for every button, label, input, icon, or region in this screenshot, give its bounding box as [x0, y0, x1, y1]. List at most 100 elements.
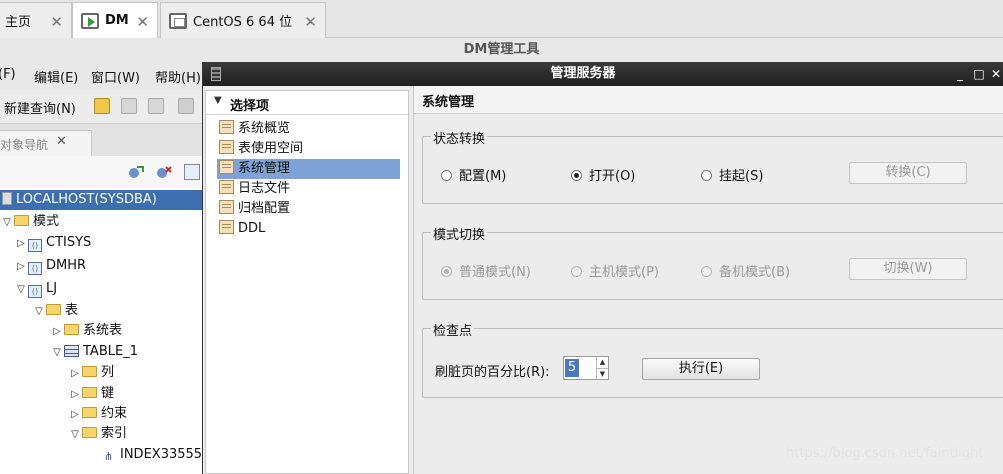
radio-normal-mode[interactable]: 普通模式(N) [441, 261, 531, 280]
maximize-icon[interactable]: □ [971, 64, 987, 84]
tree-item-system-tables[interactable]: ▷ 系统表 [50, 321, 122, 341]
tree-item-label: LOCALHOST(SYSDBA) [16, 192, 157, 207]
chevron-down-icon[interactable]: ▽ [0, 213, 14, 233]
close-icon[interactable]: ✕ [50, 13, 63, 31]
tree-item-index[interactable]: ⋔ INDEX33555 [104, 445, 202, 465]
tree-item-lj[interactable]: ▽() LJ [14, 279, 57, 299]
disconnect-icon[interactable] [156, 164, 172, 180]
chevron-down-icon[interactable]: ▼ [214, 95, 222, 106]
radio-open[interactable]: 打开(O) [571, 165, 635, 184]
tree-item-dmhr[interactable]: ▷() DMHR [14, 256, 86, 276]
tree-item-server[interactable]: LOCALHOST(SYSDBA) [0, 190, 202, 210]
chevron-right-icon[interactable]: ▷ [50, 322, 64, 342]
connect-icon[interactable] [128, 164, 144, 180]
menu-edit[interactable]: 编辑(E) [34, 67, 78, 86]
tree-item-label: LJ [46, 281, 58, 296]
tab-dm[interactable]: DM ✕ [72, 2, 158, 38]
option-label: 表使用空间 [238, 141, 304, 156]
option-table-space[interactable]: 表使用空间 [217, 139, 400, 159]
checkpoint-group: 检查点 刷脏页的百分比(R): 5 ▲ ▼ 执行(E) [422, 320, 1003, 398]
dialog-title: 管理服务器 [550, 66, 616, 81]
tree-item-label: 列 [101, 365, 115, 380]
radio-icon [701, 170, 712, 181]
convert-button[interactable]: 转换(C) [849, 162, 967, 184]
dialog-titlebar[interactable]: 管理服务器 _ □ ✕ [203, 62, 1003, 86]
options-header: ▼ 选择项 [206, 91, 408, 115]
spinner-down-icon[interactable]: ▼ [596, 368, 608, 379]
chevron-right-icon[interactable]: ▷ [14, 257, 28, 277]
chevron-down-icon[interactable]: ▽ [14, 280, 28, 300]
option-log-files[interactable]: 日志文件 [217, 179, 400, 199]
switch-button[interactable]: 切换(W) [849, 258, 967, 280]
chevron-right-icon[interactable]: ▷ [68, 405, 82, 425]
menu-help[interactable]: 帮助(H) [155, 67, 201, 86]
schema-icon: () [28, 239, 42, 252]
schema-icon: () [28, 285, 42, 298]
close-icon[interactable]: ✕ [136, 13, 149, 31]
menu-bar: (F) 编辑(E) 窗口(W) 帮助(H) [0, 62, 210, 90]
radio-label: 配置(M) [459, 169, 507, 184]
tree-item-label: 索引 [101, 426, 128, 441]
chevron-right-icon[interactable]: ▷ [68, 364, 82, 384]
tree-item-keys[interactable]: ▷ 键 [68, 384, 114, 404]
chevron-down-icon[interactable]: ▽ [50, 343, 64, 363]
execute-button[interactable]: 执行(E) [642, 358, 760, 380]
tree-item-tables[interactable]: ▽ 表 [32, 301, 78, 321]
tree-item-table1[interactable]: ▽ TABLE_1 [50, 342, 138, 362]
tab-object-navigator[interactable]: 对象导航 ✕ [0, 130, 92, 156]
folder-icon [14, 215, 29, 226]
refresh-icon[interactable] [184, 164, 200, 180]
chevron-down-icon[interactable]: ▽ [32, 302, 46, 322]
chevron-right-icon[interactable]: ▷ [14, 234, 28, 254]
radio-label: 主机模式(P) [589, 265, 659, 280]
options-panel: ▼ 选择项 系统概览 表使用空间 系统管理 日志文件 归档配置 DDL [205, 90, 409, 474]
tab-centos[interactable]: CentOS 6 64 位 ✕ [160, 2, 326, 38]
option-archive-config[interactable]: 归档配置 [217, 199, 400, 219]
spinner-up-icon[interactable]: ▲ [596, 357, 608, 368]
radio-label: 挂起(S) [719, 169, 764, 184]
manage-server-dialog: 管理服务器 _ □ ✕ ▼ 选择项 系统概览 表使用空间 系统管理 日志文件 归… [202, 62, 1003, 474]
page-icon [219, 140, 234, 154]
tree-item-ctisys[interactable]: ▷() CTISYS [14, 233, 91, 253]
object-tree: LOCALHOST(SYSDBA) ▽ 模式 ▷() CTISYS ▷() DMHR … [0, 188, 202, 474]
tree-item-columns[interactable]: ▷ 列 [68, 363, 114, 383]
tree-item-label: 键 [101, 386, 115, 401]
option-system-overview[interactable]: 系统概览 [217, 119, 400, 139]
tree-item-constraints[interactable]: ▷ 约束 [68, 404, 127, 424]
radio-icon [701, 266, 712, 277]
radio-config[interactable]: 配置(M) [441, 165, 506, 184]
tree-item-label: 系统表 [83, 323, 123, 338]
close-icon[interactable]: ✕ [56, 134, 67, 149]
close-icon[interactable]: ✕ [304, 13, 317, 31]
radio-standby-mode[interactable]: 备机模式(B) [701, 261, 790, 280]
save-icon[interactable] [121, 98, 137, 114]
radio-primary-mode[interactable]: 主机模式(P) [571, 261, 659, 280]
open-folder-icon[interactable] [94, 98, 110, 114]
tree-item-schema[interactable]: ▽ 模式 [0, 212, 59, 232]
navigator-toolbar [0, 156, 210, 188]
tab-dm-label: DM [105, 13, 129, 28]
page-icon [219, 220, 234, 234]
option-label: 日志文件 [238, 181, 291, 196]
save-all-icon[interactable] [148, 98, 164, 114]
close-icon[interactable]: ✕ [988, 64, 1003, 84]
option-system-management[interactable]: 系统管理 [217, 159, 400, 179]
spinner-value[interactable]: 5 [565, 359, 579, 377]
dirty-page-percent-spinner[interactable]: 5 ▲ ▼ [563, 356, 609, 380]
page-icon [219, 180, 234, 194]
tree-item-indexes[interactable]: ▽ 索引 [68, 424, 127, 444]
option-ddl[interactable]: DDL [217, 219, 400, 239]
tab-home-label: 主页 [5, 15, 32, 30]
chevron-down-icon[interactable]: ▽ [68, 425, 82, 445]
toolbar-icon[interactable] [178, 98, 194, 114]
menu-window[interactable]: 窗口(W) [91, 67, 140, 86]
tab-home[interactable]: 主页 ✕ [0, 2, 72, 38]
chevron-right-icon[interactable]: ▷ [68, 385, 82, 405]
radio-suspend[interactable]: 挂起(S) [701, 165, 763, 184]
minimize-icon[interactable]: _ [952, 64, 968, 84]
menu-file[interactable]: (F) [0, 67, 16, 82]
radio-icon [571, 266, 582, 277]
radio-icon [441, 170, 452, 181]
folder-icon [82, 387, 97, 398]
new-query-button[interactable]: 新建查询(N) [4, 98, 76, 117]
